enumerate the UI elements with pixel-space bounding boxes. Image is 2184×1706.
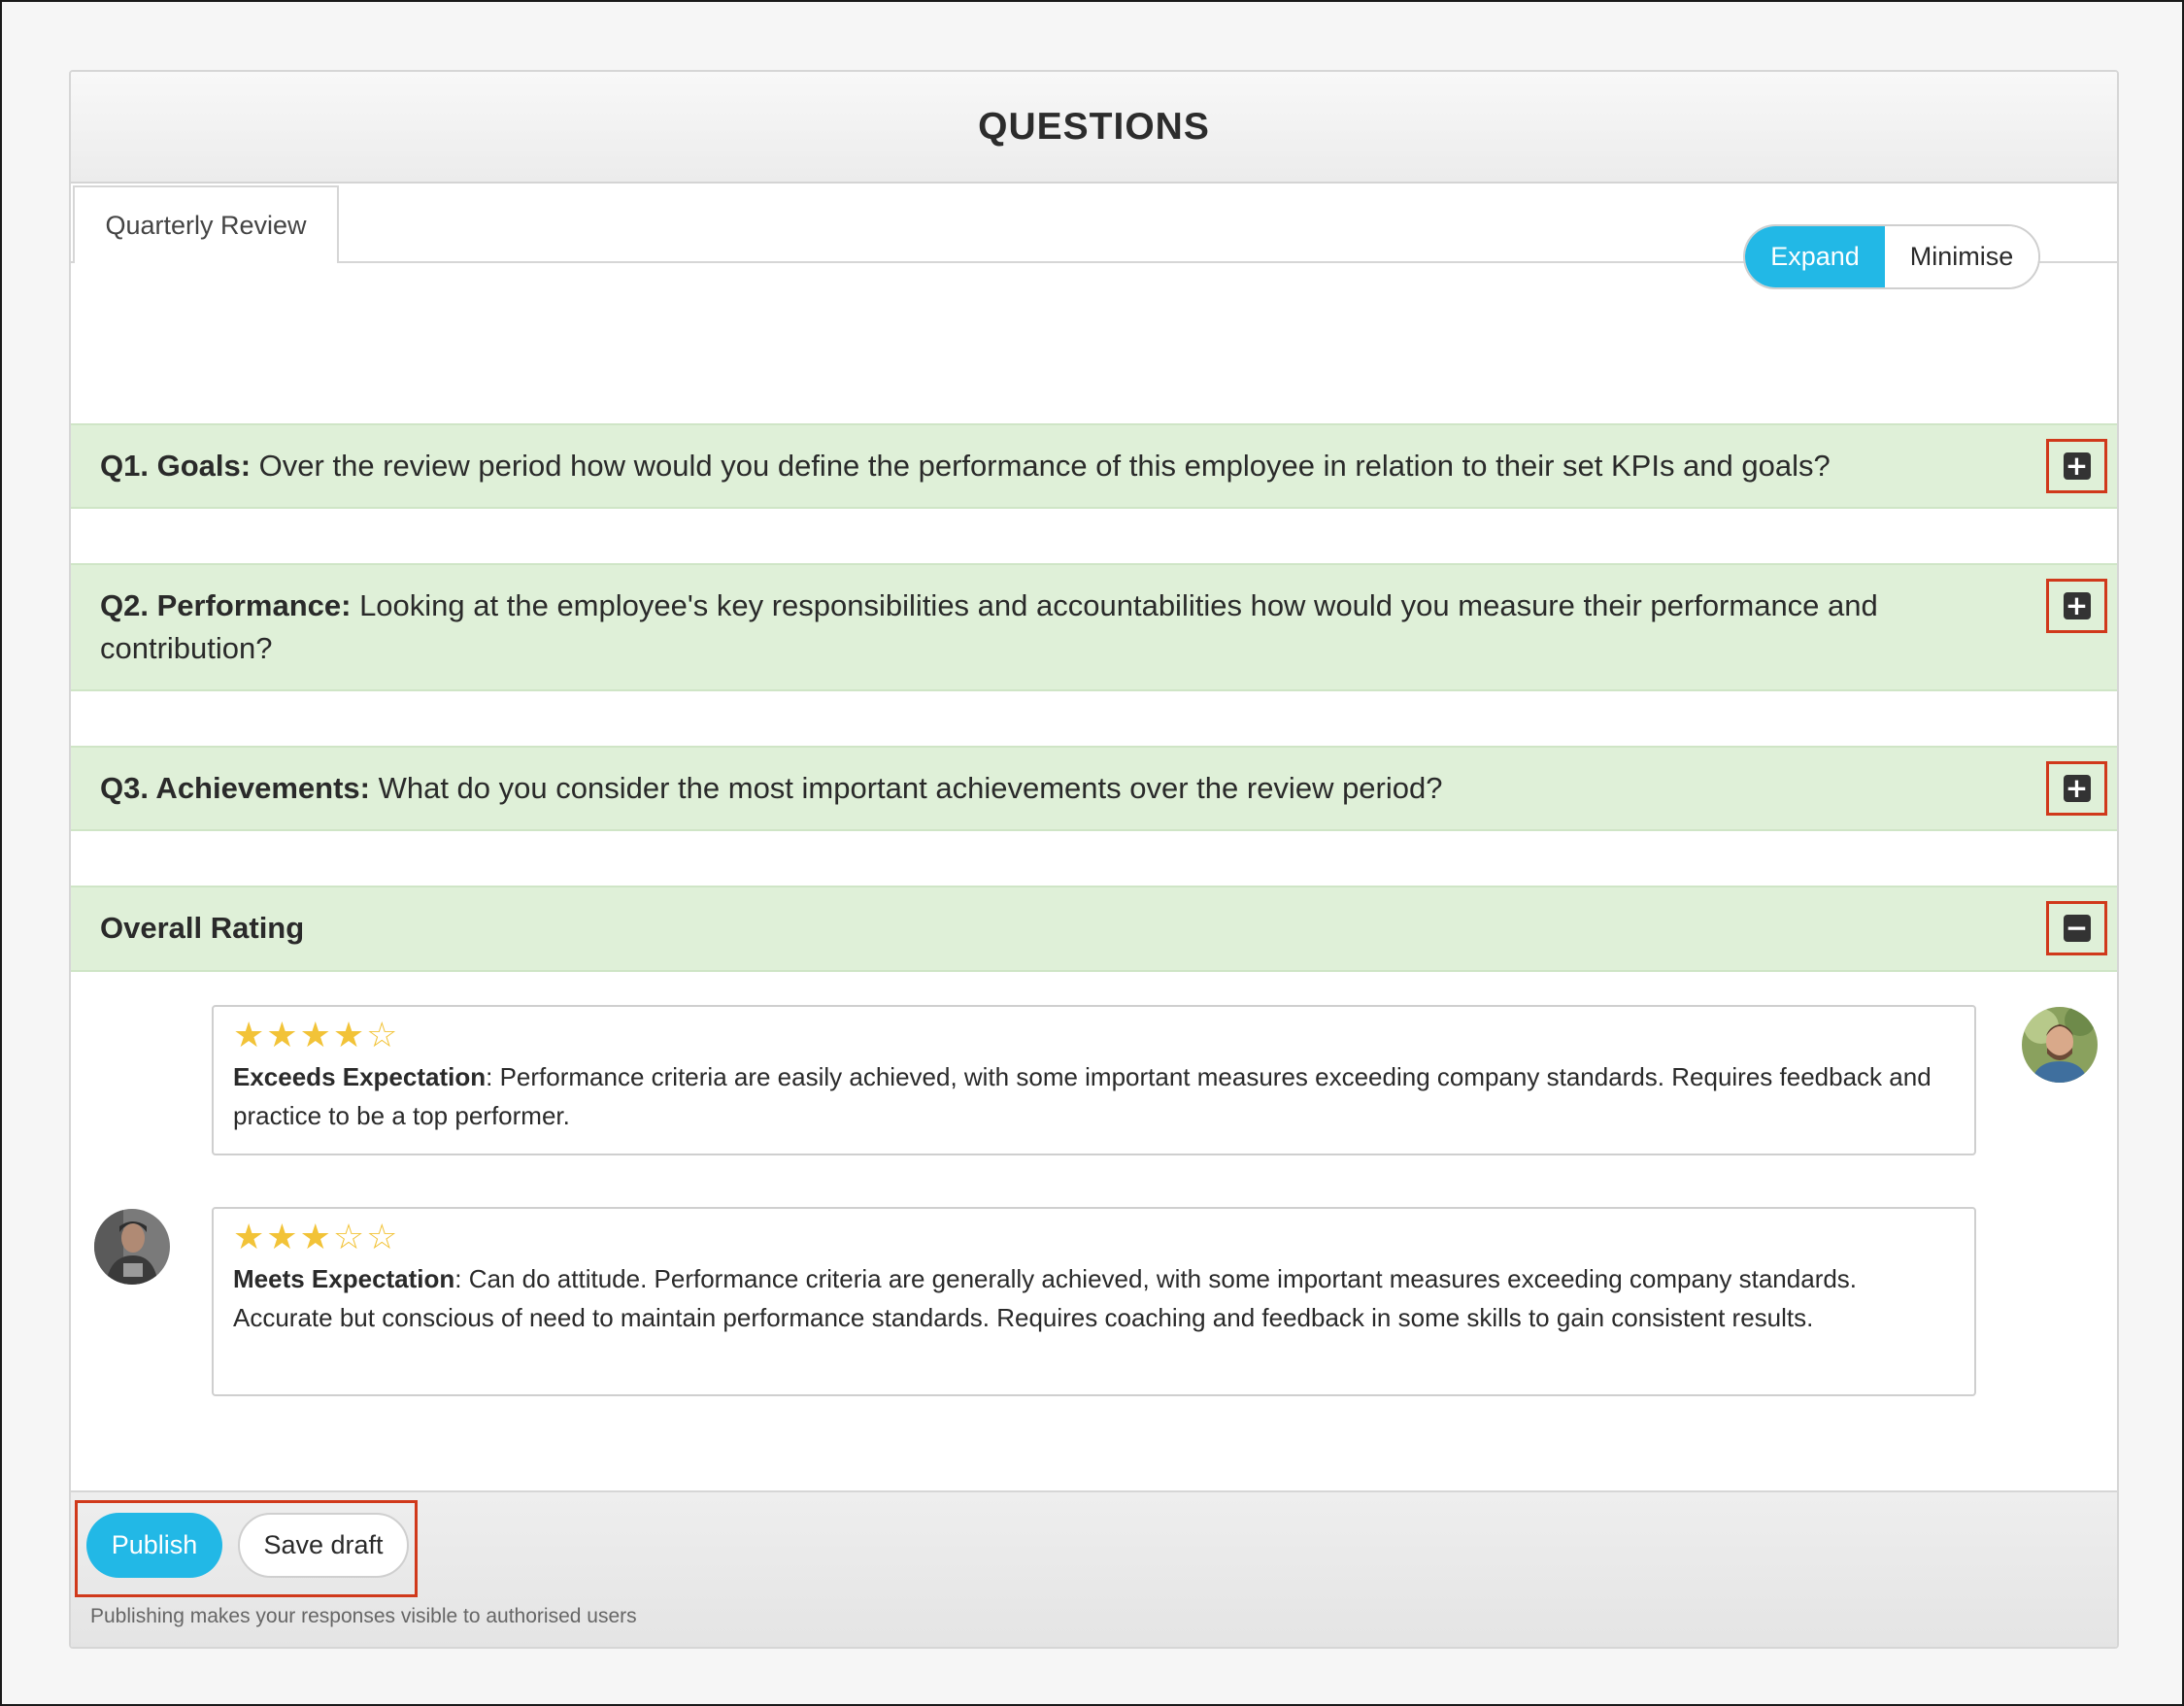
minimise-button[interactable]: Minimise — [1885, 226, 2038, 287]
publish-note: Publishing makes your responses visible … — [90, 1605, 637, 1627]
page-title: QUESTIONS — [978, 105, 1210, 148]
plus-icon: + — [2063, 775, 2091, 802]
q1-expand-button[interactable]: + — [2046, 439, 2107, 493]
q3-expand-button[interactable]: + — [2046, 761, 2107, 816]
overall-rating-collapse-button[interactable]: − — [2046, 901, 2107, 955]
question-q2-title: Q2. Performance: — [100, 588, 352, 622]
star-filled-icon: ★ — [233, 1218, 267, 1257]
question-q1-title: Q1. Goals: — [100, 449, 252, 483]
star-filled-icon: ★ — [332, 1016, 367, 1055]
rating-level: Meets Expectation — [233, 1264, 455, 1293]
avatar-reviewer-1 — [2022, 1007, 2098, 1083]
tab-quarterly-review[interactable]: Quarterly Review — [73, 185, 339, 263]
star-filled-icon: ★ — [299, 1218, 333, 1257]
minus-icon: − — [2063, 915, 2091, 942]
publish-button[interactable]: Publish — [86, 1513, 222, 1578]
question-q2[interactable]: Q2. Performance: Looking at the employee… — [71, 563, 2117, 691]
expand-button[interactable]: Expand — [1745, 226, 1885, 287]
star-filled-icon: ★ — [266, 1016, 300, 1055]
expand-minimise-toggle: Expand Minimise — [1743, 224, 2040, 289]
rating-response-2-text: Meets Expectation: Can do attitude. Perf… — [233, 1259, 1955, 1337]
rating-response-1-text: Exceeds Expectation: Performance criteri… — [233, 1057, 1955, 1135]
overall-rating-header[interactable]: Overall Rating − — [71, 886, 2117, 972]
plus-icon: + — [2063, 592, 2091, 619]
rating-response-1: ★★★★☆ Exceeds Expectation: Performance c… — [212, 1005, 1976, 1155]
question-q3-text: What do you consider the most important … — [378, 771, 1443, 805]
question-q2-text: Looking at the employee's key responsibi… — [100, 588, 1878, 665]
star-rating-3: ★★★☆☆ — [233, 1217, 1955, 1259]
panel-footer: Publish Save draft Publishing makes your… — [71, 1490, 2117, 1647]
panel-header: QUESTIONS — [71, 72, 2117, 184]
star-empty-icon: ☆ — [332, 1218, 367, 1257]
star-filled-icon: ★ — [233, 1016, 267, 1055]
question-q3[interactable]: Q3. Achievements: What do you consider t… — [71, 746, 2117, 831]
rating-level: Exceeds Expectation — [233, 1062, 487, 1091]
rating-description: : Can do attitude. Performance criteria … — [233, 1264, 1858, 1332]
questions-panel: QUESTIONS Quarterly Review Expand Minimi… — [69, 70, 2119, 1649]
avatar-reviewer-2 — [94, 1209, 170, 1285]
question-q1-text: Over the review period how would you def… — [258, 449, 1831, 483]
q2-expand-button[interactable]: + — [2046, 579, 2107, 633]
overall-rating-title: Overall Rating — [100, 911, 305, 945]
plus-icon: + — [2063, 452, 2091, 480]
star-rating-4: ★★★★☆ — [233, 1015, 1955, 1057]
rating-response-2: ★★★☆☆ Meets Expectation: Can do attitude… — [212, 1207, 1976, 1396]
overall-rating-body: ★★★★☆ Exceeds Expectation: Performance c… — [71, 972, 2117, 1505]
question-q1[interactable]: Q1. Goals: Over the review period how wo… — [71, 423, 2117, 509]
star-empty-icon: ☆ — [366, 1016, 400, 1055]
rating-description: : Performance criteria are easily achiev… — [233, 1062, 1932, 1130]
star-empty-icon: ☆ — [366, 1218, 400, 1257]
star-filled-icon: ★ — [299, 1016, 333, 1055]
save-draft-button[interactable]: Save draft — [238, 1513, 409, 1578]
question-q3-title: Q3. Achievements: — [100, 771, 370, 805]
star-filled-icon: ★ — [266, 1218, 300, 1257]
